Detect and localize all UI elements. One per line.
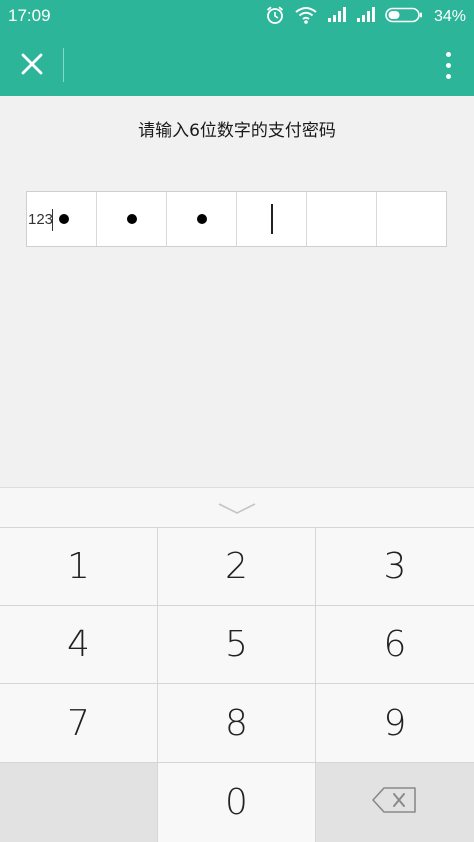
key-0[interactable]: 0 — [158, 763, 316, 842]
page-title: 请输入6位数字的支付密码 — [138, 121, 336, 141]
key-6[interactable]: 6 — [316, 606, 474, 684]
chevron-down-icon — [217, 503, 257, 522]
pin-cell: 123 — [27, 192, 97, 246]
backspace-button[interactable] — [316, 763, 474, 842]
pin-dot — [59, 214, 69, 224]
input-cursor — [270, 204, 273, 234]
close-icon — [21, 53, 43, 79]
key-3[interactable]: 3 — [316, 528, 474, 606]
key-4[interactable]: 4 — [0, 606, 158, 684]
numeric-keypad: 1 2 3 4 5 6 7 8 9 0 — [0, 527, 474, 842]
status-icons: 34% — [265, 5, 466, 29]
key-blank — [0, 763, 158, 842]
password-input[interactable]: 123 — [26, 191, 447, 247]
pin-cell — [377, 192, 446, 246]
keyboard-collapse-button[interactable] — [217, 500, 257, 518]
pin-dot — [126, 214, 137, 224]
status-bar: 17:09 34% — [0, 0, 474, 34]
status-time: 17:09 — [8, 6, 51, 25]
close-button[interactable] — [12, 46, 52, 86]
key-2[interactable]: 2 — [158, 528, 316, 606]
pin-dot — [196, 214, 207, 224]
text-caret — [52, 209, 53, 231]
pin-debug-text: 123 — [28, 211, 54, 228]
key-9[interactable]: 9 — [316, 684, 474, 763]
alarm-icon — [265, 5, 285, 29]
battery-icon — [385, 7, 423, 27]
keyboard-header — [0, 487, 474, 527]
key-7[interactable]: 7 — [0, 684, 158, 763]
more-vertical-icon — [445, 51, 451, 57]
app-bar — [0, 34, 474, 96]
app-bar-divider — [63, 48, 64, 82]
pin-cell — [167, 192, 237, 246]
key-1[interactable]: 1 — [0, 528, 158, 606]
pin-cell — [237, 192, 307, 246]
battery-percent: 34% — [433, 8, 466, 25]
pin-cell — [97, 192, 167, 246]
backspace-icon — [372, 782, 418, 823]
more-options-button[interactable] — [438, 48, 458, 82]
key-8[interactable]: 8 — [158, 684, 316, 763]
pin-cell — [307, 192, 377, 246]
signal-icon — [356, 7, 376, 27]
key-5[interactable]: 5 — [158, 606, 316, 684]
wifi-icon — [294, 5, 318, 29]
signal-icon — [327, 7, 347, 27]
